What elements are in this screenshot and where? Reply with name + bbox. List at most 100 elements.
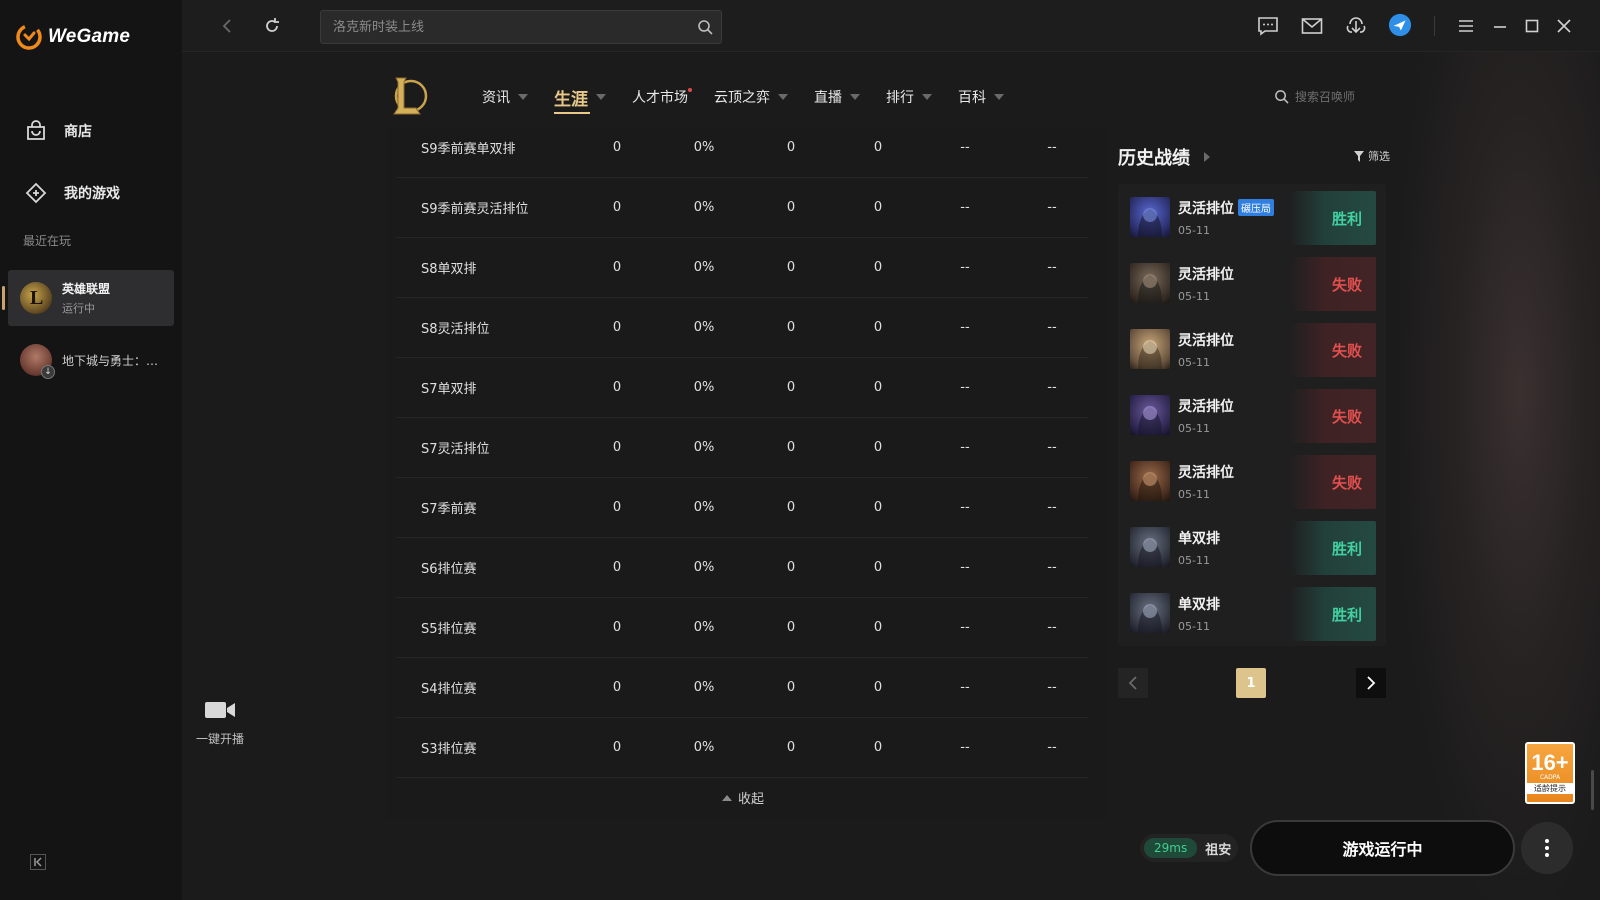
stat-losses: 0	[873, 440, 883, 455]
table-row: S7灵活排位 0 0% 0 0 -- --	[396, 418, 1088, 478]
avatar[interactable]	[1388, 13, 1412, 37]
game-running-button[interactable]: 游戏运行中	[1250, 820, 1515, 876]
prev-page-button[interactable]	[1118, 668, 1148, 698]
stat-wins: 0	[786, 320, 796, 335]
menu-icon[interactable]	[1454, 14, 1478, 38]
tab-news[interactable]: 资讯	[482, 82, 528, 112]
stat-points: --	[1047, 380, 1057, 395]
sidebar-item-my-games[interactable]: 我的游戏	[0, 162, 182, 224]
match-result: 胜利	[1290, 191, 1376, 245]
match-tag-badge: 碾压局	[1238, 199, 1274, 216]
stat-rank: --	[960, 200, 970, 215]
match-history-title[interactable]: 历史战绩	[1118, 144, 1210, 170]
stat-winrate: 0%	[693, 560, 715, 575]
stat-losses: 0	[873, 500, 883, 515]
refresh-icon[interactable]	[260, 14, 284, 38]
season-name: S4排位赛	[421, 682, 477, 697]
tab-live[interactable]: 直播	[814, 82, 860, 112]
stat-points: --	[1047, 260, 1057, 275]
collapse-sidebar-icon[interactable]	[30, 854, 46, 870]
video-camera-icon	[205, 702, 235, 718]
champion-portrait-icon	[1138, 274, 1162, 303]
match-item[interactable]: 灵活排位 05-11 失败	[1118, 250, 1386, 316]
chevron-down-icon	[778, 94, 788, 100]
stat-rank: --	[960, 380, 970, 395]
one-click-live-button[interactable]: 一键开播	[192, 700, 248, 747]
close-icon[interactable]	[1552, 14, 1576, 38]
more-options-button[interactable]	[1521, 822, 1573, 874]
stat-games: 0	[612, 740, 622, 755]
tab-talent-market[interactable]: 人才市场	[632, 82, 692, 112]
filter-label: 筛选	[1368, 150, 1390, 163]
tab-label: 生涯	[554, 89, 588, 110]
recent-game-lol[interactable]: L 英雄联盟 运行中	[2, 270, 174, 326]
filter-icon	[1354, 150, 1364, 162]
search-input[interactable]	[321, 11, 721, 43]
match-item[interactable]: 灵活排位 05-11 失败	[1118, 382, 1386, 448]
maximize-icon[interactable]	[1520, 14, 1544, 38]
wegame-logo[interactable]: WeGame	[16, 24, 130, 50]
table-row: S3排位赛 0 0% 0 0 -- --	[396, 718, 1088, 778]
server-ping[interactable]: 29ms 祖安	[1140, 834, 1238, 862]
champion-portrait-icon	[1138, 406, 1162, 435]
match-date: 05-11	[1178, 553, 1210, 567]
age-rating: 16+	[1531, 750, 1569, 775]
table-row: S8灵活排位 0 0% 0 0 -- --	[396, 298, 1088, 358]
game-nav: 资讯 生涯 人才市场 云顶之弈 直播 排行 百科 搜索召唤师	[182, 52, 1600, 128]
search-icon	[1275, 90, 1289, 104]
table-row: S6排位赛 0 0% 0 0 -- --	[396, 538, 1088, 598]
scrollbar[interactable]	[1591, 770, 1594, 810]
lol-logo-icon[interactable]	[390, 74, 428, 118]
match-result: 失败	[1290, 455, 1376, 509]
collapse-label: 收起	[738, 792, 765, 807]
recent-game-title: 地下城与勇士：创新世纪	[62, 353, 168, 368]
champion-avatar	[1130, 263, 1170, 303]
sidebar-item-store[interactable]: 商店	[0, 100, 182, 162]
lol-game-icon: L	[20, 282, 52, 314]
stat-losses: 0	[873, 200, 883, 215]
match-item[interactable]: 单双排 05-11 胜利	[1118, 514, 1386, 580]
collapse-table-button[interactable]: 收起	[722, 788, 764, 807]
minimize-icon[interactable]	[1488, 14, 1512, 38]
summoner-search-placeholder: 搜索召唤师	[1295, 90, 1356, 104]
tab-tft[interactable]: 云顶之弈	[714, 82, 788, 112]
tab-career[interactable]: 生涯	[554, 82, 606, 114]
search-icon[interactable]	[697, 19, 713, 35]
notification-dot	[688, 88, 692, 92]
match-mode: 灵活排位	[1178, 398, 1234, 415]
chevron-down-icon	[518, 94, 528, 100]
match-item[interactable]: 灵活排位 碾压局 05-11 胜利	[1118, 184, 1386, 250]
match-item[interactable]: 灵活排位 05-11 失败	[1118, 316, 1386, 382]
match-mode: 单双排	[1178, 530, 1220, 547]
stat-losses: 0	[873, 380, 883, 395]
stat-rank: --	[960, 620, 970, 635]
recent-game-dnf[interactable]: ↓ 地下城与勇士：创新世纪	[8, 332, 174, 388]
match-item[interactable]: 灵活排位 05-11 失败	[1118, 448, 1386, 514]
page-number[interactable]: 1	[1236, 668, 1266, 698]
sidebar-nav: 商店 我的游戏	[0, 100, 182, 224]
chevron-down-icon	[922, 94, 932, 100]
summoner-search[interactable]: 搜索召唤师	[1274, 88, 1355, 105]
back-icon[interactable]	[216, 14, 240, 38]
tab-wiki[interactable]: 百科	[958, 82, 1004, 112]
age-rating-org: CADPA	[1539, 774, 1561, 781]
match-date: 05-11	[1178, 355, 1210, 369]
champion-avatar	[1130, 395, 1170, 435]
mail-icon[interactable]	[1300, 14, 1324, 38]
next-page-button[interactable]	[1356, 668, 1386, 698]
stat-points: --	[1047, 620, 1057, 635]
chevron-right-icon	[1204, 152, 1210, 162]
chat-icon[interactable]	[1256, 14, 1280, 38]
table-row: S7季前赛 0 0% 0 0 -- --	[396, 478, 1088, 538]
table-row: S4排位赛 0 0% 0 0 -- --	[396, 658, 1088, 718]
match-item[interactable]: 单双排 05-11 胜利	[1118, 580, 1386, 646]
stat-games: 0	[612, 440, 622, 455]
tab-ranking[interactable]: 排行	[886, 82, 932, 112]
match-result: 失败	[1290, 323, 1376, 377]
match-mode: 灵活排位	[1178, 464, 1234, 481]
season-name: S9季前赛灵活排位	[421, 202, 529, 217]
stat-rank: --	[960, 680, 970, 695]
recent-game-status: 运行中	[62, 302, 95, 315]
download-icon[interactable]	[1344, 14, 1368, 38]
filter-button[interactable]: 筛选	[1354, 148, 1390, 164]
